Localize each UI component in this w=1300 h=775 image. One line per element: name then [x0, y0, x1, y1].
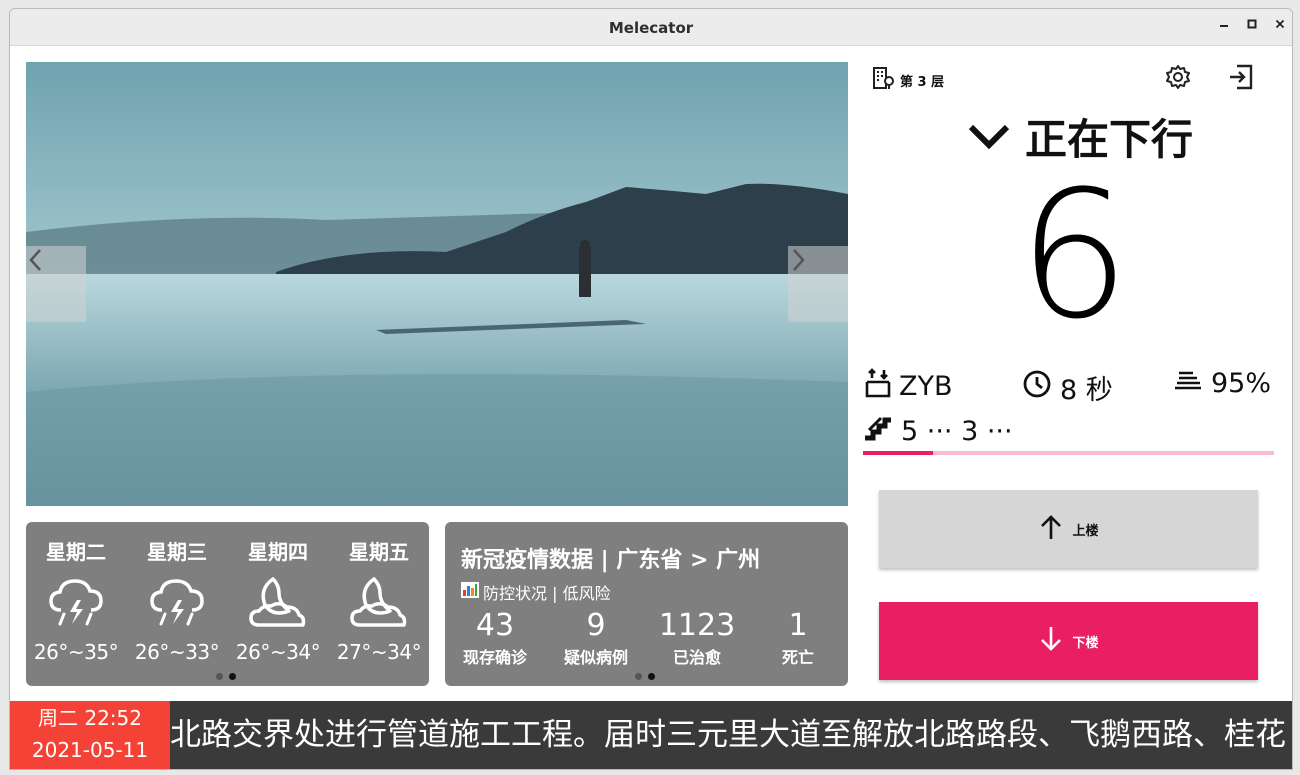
carousel-dot[interactable]: [635, 673, 642, 680]
arrow-up-icon: [1038, 513, 1064, 545]
elevator-car-icon: [865, 368, 891, 405]
covid-stat-value: 9: [586, 608, 606, 643]
covid-card[interactable]: 新冠疫情数据 | 广东省 > 广州 防控状况 | 低风险 43 现存确诊 9 疑…: [445, 522, 848, 686]
carousel-indicator: [216, 673, 236, 680]
carousel-next-button[interactable]: [788, 246, 848, 322]
queue-text: 5 ··· 3 ···: [901, 416, 1013, 447]
covid-title: 新冠疫情数据 | 广东省 > 广州: [461, 548, 761, 573]
main-content: 星期二 26°~35° 星期三 26°~33° 星期四 26°~34° 星期五 …: [10, 46, 1292, 769]
covid-status-text: 防控状况 | 低风险: [483, 584, 611, 603]
carousel-dot[interactable]: [216, 673, 223, 680]
covid-stat: 1 死亡: [748, 608, 848, 668]
car-id: ZYB: [899, 371, 953, 402]
close-icon[interactable]: [1271, 18, 1289, 36]
chevron-down-icon: [967, 112, 1011, 161]
weather-temp: 26°~35°: [33, 640, 119, 664]
weather-day: 星期三 26°~33°: [127, 538, 227, 664]
gear-icon: [1165, 64, 1191, 94]
clock-icon: [1022, 369, 1052, 406]
window-title: Melecator: [608, 19, 694, 37]
weather-temp: 27°~34°: [336, 640, 422, 664]
travel-progress-fill: [863, 451, 933, 455]
bar-chart-icon: [461, 582, 479, 602]
covid-stat-value: 43: [475, 608, 515, 643]
building-location-icon: [872, 66, 894, 94]
load-info: 95%: [1173, 368, 1271, 399]
weather-temp: 26°~33°: [134, 640, 220, 664]
weather-card[interactable]: 星期二 26°~35° 星期三 26°~33° 星期四 26°~34° 星期五 …: [26, 522, 429, 686]
weather-day-name: 星期五: [349, 540, 409, 564]
moon-cloud-icon: [329, 572, 429, 632]
weather-day: 星期四 26°~34°: [228, 538, 328, 664]
down-button-label: 下楼: [1072, 635, 1099, 651]
load-icon: [1173, 368, 1203, 399]
exit-icon: [1227, 64, 1255, 94]
eta-text: 8 秒: [1060, 375, 1113, 406]
car-id-info: ZYB: [865, 368, 953, 405]
floor-label: 第 3 层: [900, 74, 945, 90]
covid-stat-label: 死亡: [781, 648, 814, 667]
down-button[interactable]: 下楼: [879, 602, 1258, 680]
weather-day-name: 星期三: [147, 540, 207, 564]
up-button[interactable]: 上楼: [879, 490, 1258, 568]
weather-temp: 26°~34°: [235, 640, 321, 664]
up-button-label: 上楼: [1072, 523, 1099, 539]
queue-info: 5 ··· 3 ···: [863, 414, 1013, 449]
covid-stat: 9 疑似病例: [546, 608, 646, 668]
exit-button[interactable]: [1224, 62, 1258, 96]
covid-stat-label: 疑似病例: [563, 648, 628, 667]
clock-time: 周二 22:52: [38, 706, 142, 730]
covid-stat-value: 1123: [658, 608, 736, 643]
covid-stat-label: 现存确诊: [462, 648, 527, 667]
moon-cloud-icon: [228, 572, 328, 632]
weather-day-name: 星期二: [46, 540, 106, 564]
settings-button[interactable]: [1161, 62, 1195, 96]
carousel-indicator: [635, 673, 655, 680]
current-floor-indicator: 第 3 层: [872, 66, 944, 94]
covid-stat: 1123 已治愈: [647, 608, 747, 668]
eta-info: 8 秒: [1022, 368, 1113, 407]
thunderstorm-icon: [26, 572, 126, 632]
covid-status: 防控状况 | 低风险: [461, 580, 611, 604]
maximize-icon[interactable]: [1243, 18, 1261, 36]
current-floor-number: 6: [1018, 153, 1130, 358]
minimize-icon[interactable]: [1215, 18, 1233, 36]
weather-day-name: 星期四: [248, 540, 308, 564]
clock-date: 2021-05-11: [31, 738, 149, 762]
carousel-prev-button[interactable]: [26, 246, 86, 322]
image-carousel[interactable]: [26, 62, 848, 506]
footer-bar: 周二 22:52 2021-05-11 北路交界处进行管道施工工程。届时三元里大…: [10, 701, 1292, 769]
covid-stat-value: 1: [788, 608, 808, 643]
travel-progress-bar: [863, 451, 1274, 455]
arrow-down-icon: [1038, 625, 1064, 657]
load-text: 95%: [1211, 368, 1272, 399]
clock-widget: 周二 22:52 2021-05-11: [10, 701, 170, 769]
news-ticker: 北路交界处进行管道施工工程。届时三元里大道至解放北路路段、飞鹅西路、桂花: [170, 717, 1286, 753]
title-bar: Melecator: [10, 9, 1292, 46]
covid-stat-label: 已治愈: [672, 648, 721, 667]
carousel-dot-active[interactable]: [229, 673, 236, 680]
carousel-dot-active[interactable]: [648, 673, 655, 680]
weather-day: 星期二 26°~35°: [26, 538, 126, 664]
stairs-icon: [863, 414, 893, 449]
weather-day: 星期五 27°~34°: [329, 538, 429, 664]
carousel-image: [26, 62, 848, 506]
app-window: Melecator 星期二 26°~35° 星期三 26°~33° 星期四 26…: [9, 8, 1293, 770]
covid-stat: 43 现存确诊: [445, 608, 545, 668]
thunderstorm-icon: [127, 572, 227, 632]
